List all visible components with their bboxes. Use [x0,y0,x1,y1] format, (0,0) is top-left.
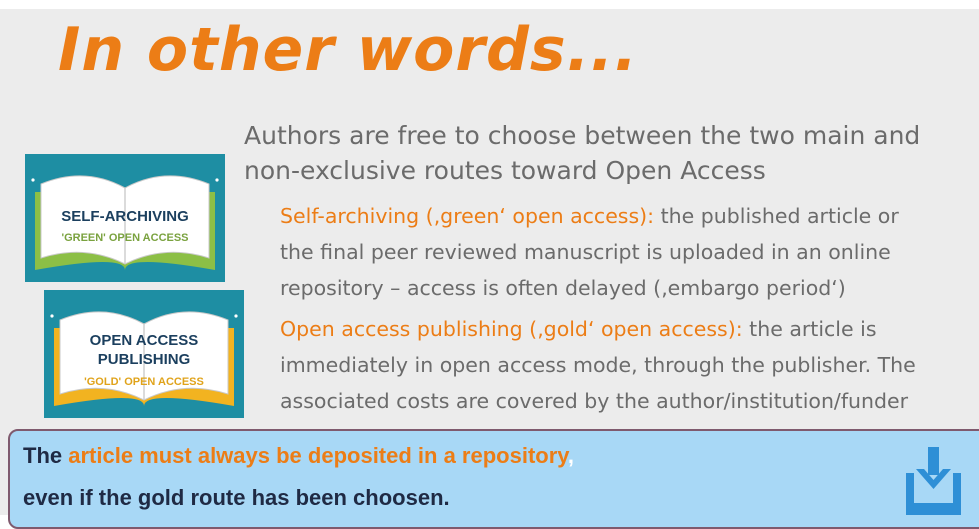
callout-comma: , [567,443,574,468]
callout-line-2: even if the gold route has been choosen. [23,485,450,510]
badge-subtitle: 'GREEN' OPEN ACCESS [61,232,189,244]
callout-highlight: article must always be deposited in a re… [68,443,568,468]
bullet-lead: Open access publishing (‚gold‘ open acce… [280,317,743,341]
self-archiving-badge: SELF-ARCHIVING 'GREEN' OPEN ACCESS [25,154,225,282]
bullet-line-3: associated costs are covered by the auth… [280,389,909,413]
slide-title: In other words... [58,15,638,85]
bullet-line-2: immediately in open access mode, through… [280,353,916,377]
bullet-line-3: repository – access is often delayed (‚e… [280,276,846,300]
intro-line-1: Authors are free to choose between the t… [244,121,921,150]
callout-prefix: The [23,443,69,468]
intro-line-2: non-exclusive routes toward Open Access [244,156,766,185]
bullet-open-access-publishing: Open access publishing (‚gold‘ open acce… [280,311,979,419]
badge-title-line-1: OPEN ACCESS [89,332,199,349]
open-access-publishing-badge: OPEN ACCESS PUBLISHING 'GOLD' OPEN ACCES… [44,290,244,418]
bullet-line-1-rest: the article is [742,317,877,341]
key-message-callout: The article must always be deposited in … [8,429,979,529]
badge-title-line-2: PUBLISHING [97,351,191,368]
bullet-line-1: Open access publishing (‚gold‘ open acce… [280,311,979,347]
callout-line-1: The article must always be deposited in … [23,443,574,469]
intro-text: Authors are free to choose between the t… [244,118,979,188]
badge-subtitle: 'GOLD' OPEN ACCESS [84,376,204,388]
bullet-line-2: the final peer reviewed manuscript is up… [280,240,891,264]
bullet-lead: Self-archiving (‚green‘ open access): [280,204,655,228]
download-tray-icon [906,447,961,515]
bullet-self-archiving: Self-archiving (‚green‘ open access): th… [280,198,979,306]
bullet-line-1: Self-archiving (‚green‘ open access): th… [280,198,979,234]
bullet-line-1-rest: the published article or [654,204,899,228]
badge-title: SELF-ARCHIVING [61,208,189,225]
